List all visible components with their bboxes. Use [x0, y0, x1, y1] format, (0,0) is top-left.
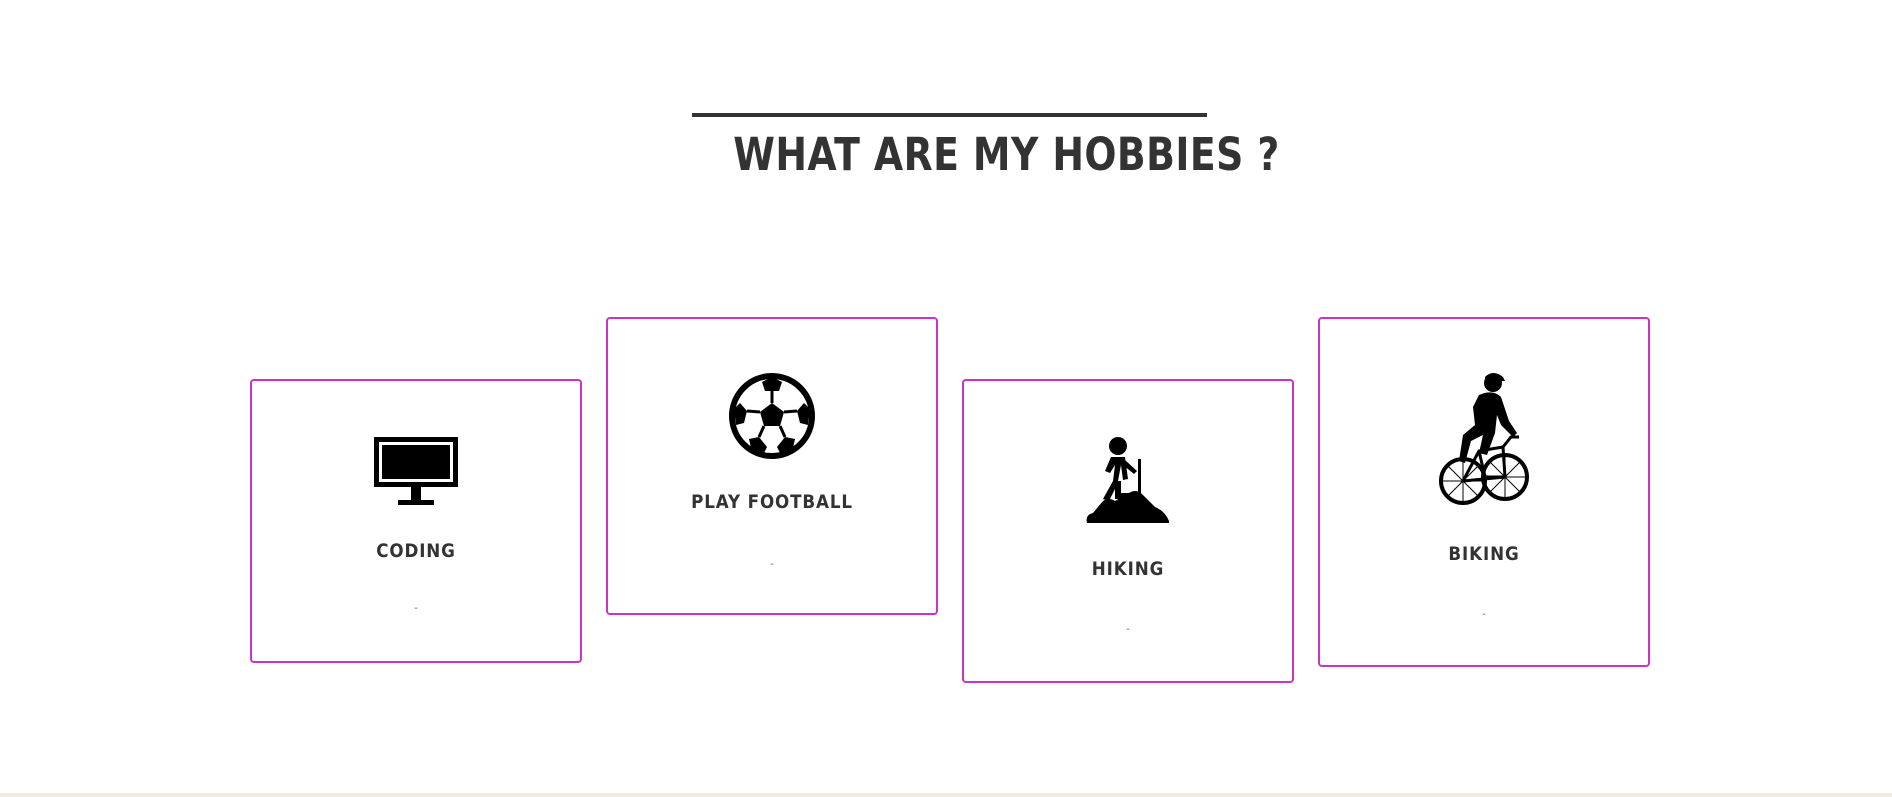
hobby-title: PLAY FOOTBALL: [691, 491, 853, 513]
hobby-title: CODING: [376, 540, 456, 562]
hobby-description: -: [1126, 624, 1130, 635]
heading-divider: [692, 113, 1207, 117]
hobby-card-play-football[interactable]: PLAY FOOTBALL -: [606, 317, 938, 615]
hobby-title: BIKING: [1448, 543, 1520, 565]
hobby-title: HIKING: [1091, 558, 1165, 580]
hobby-description: -: [770, 559, 774, 570]
hobby-description: -: [414, 603, 418, 614]
monitor-icon: [374, 437, 458, 507]
soccer-ball-icon: [729, 373, 815, 459]
hobby-card-coding[interactable]: CODING -: [250, 379, 582, 663]
hiker-icon: [1085, 435, 1171, 525]
cyclist-icon: [1439, 371, 1529, 511]
hobbies-section: WHAT ARE MY HOBBIES ? CODING - PLAY FOOT…: [0, 0, 1892, 797]
hobby-card-biking[interactable]: BIKING -: [1318, 317, 1650, 667]
hobby-description: -: [1482, 609, 1486, 620]
hobby-card-hiking[interactable]: HIKING -: [962, 379, 1294, 683]
section-title: WHAT ARE MY HOBBIES ?: [733, 128, 1280, 181]
footer-divider: [0, 793, 1892, 797]
